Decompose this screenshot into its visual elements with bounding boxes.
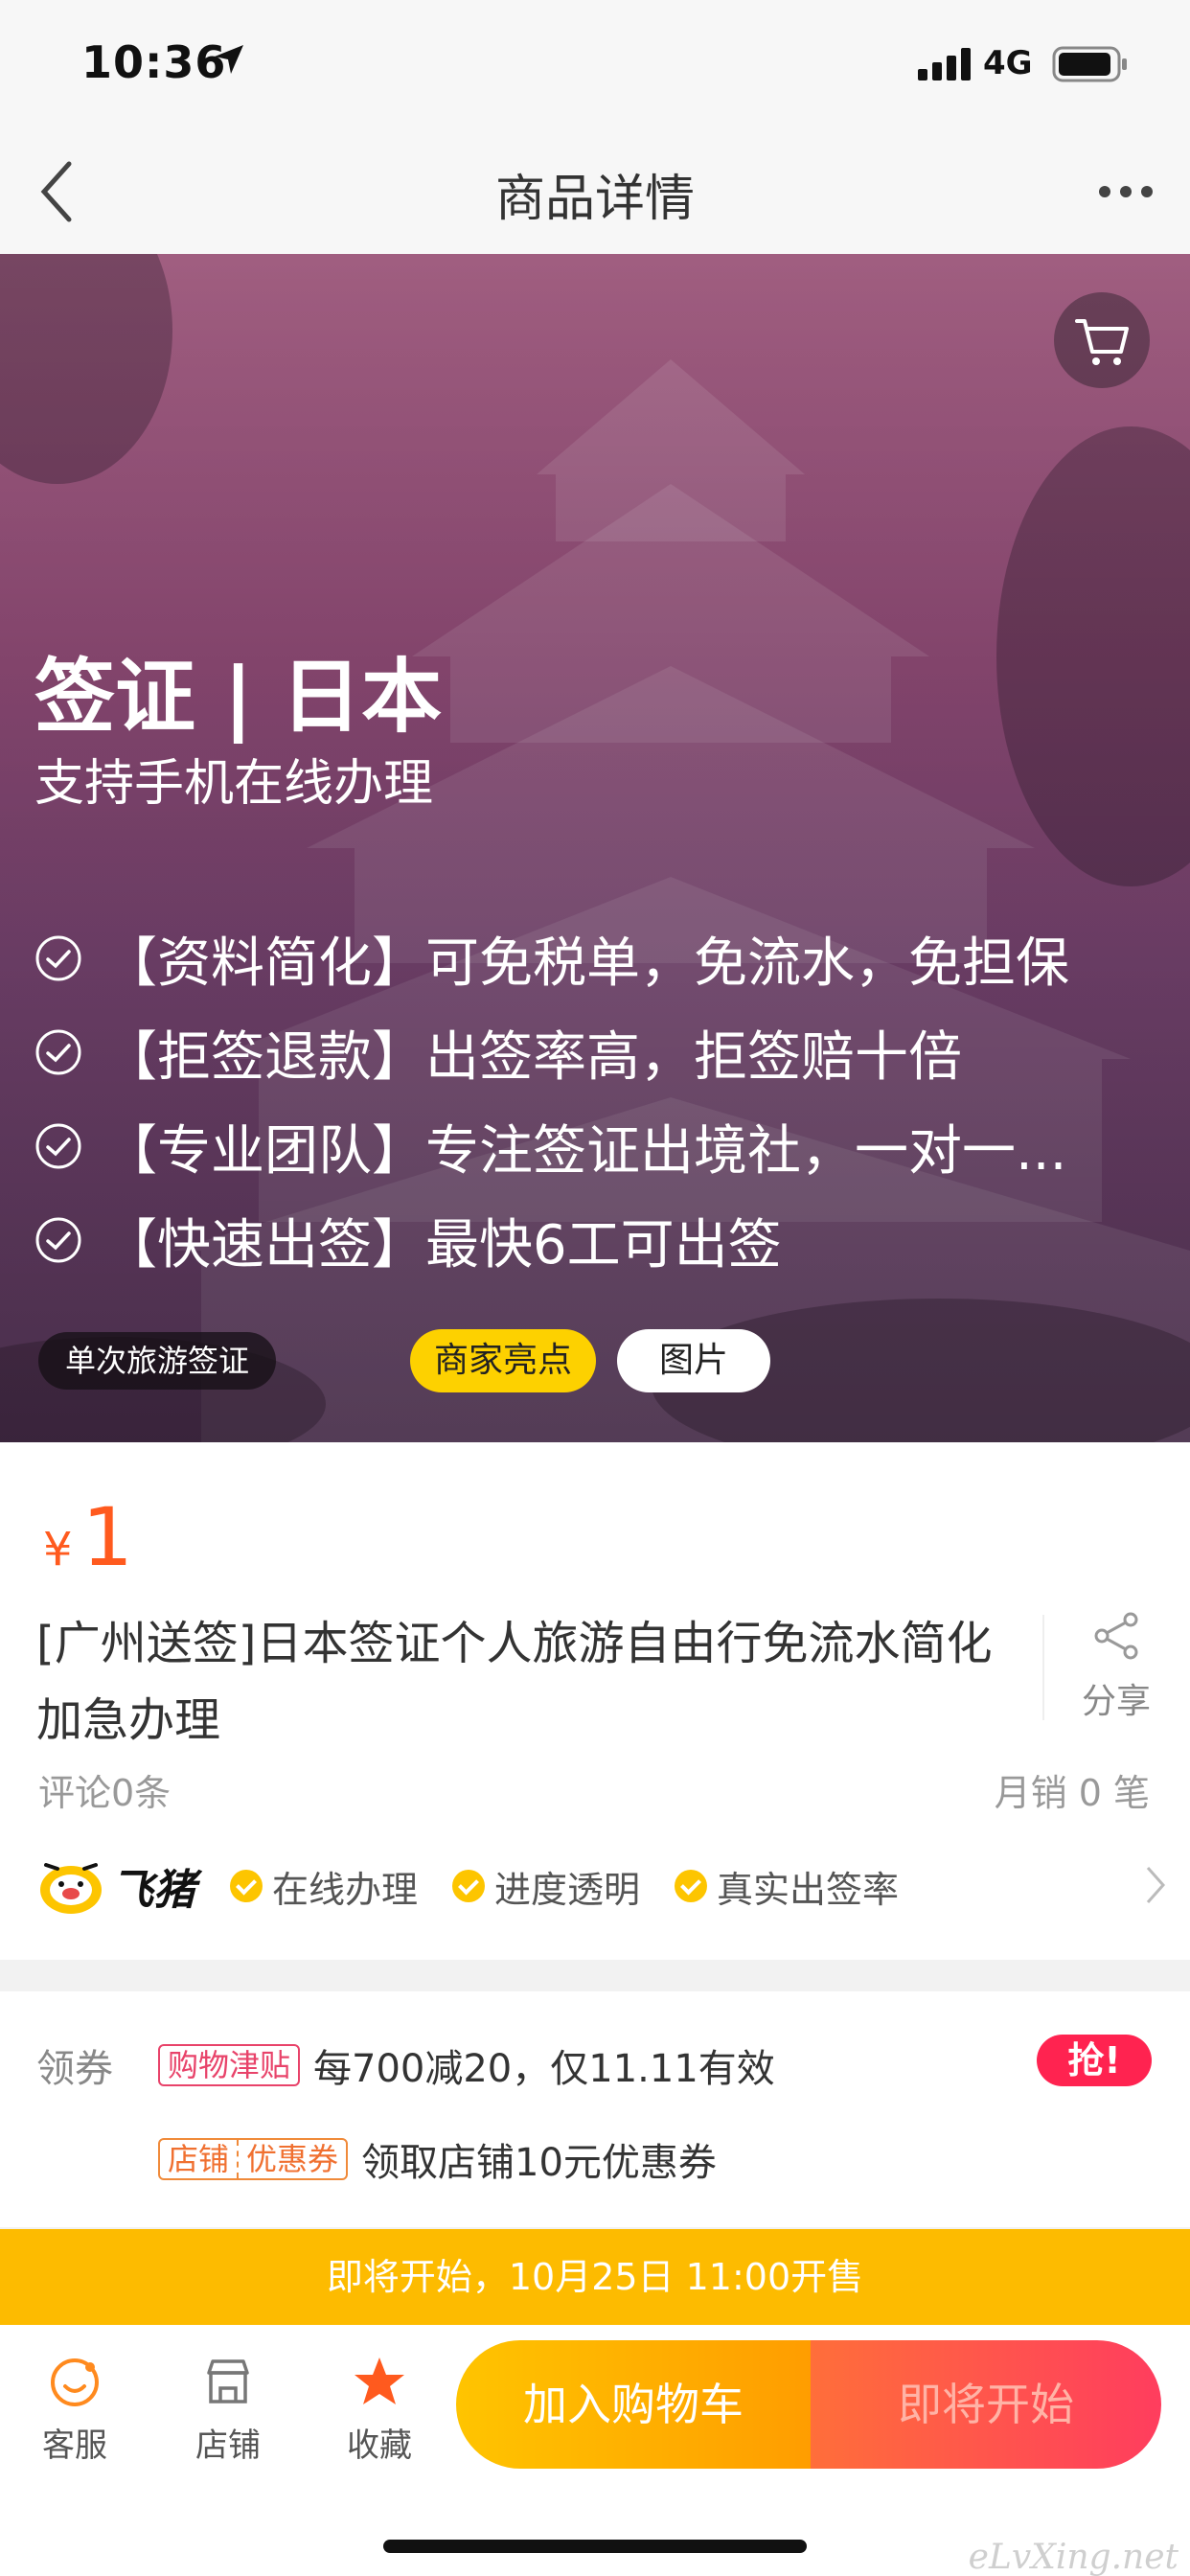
hero-banner[interactable]: 签证 | 日本 支持手机在线办理 【资料简化】 可免税单，免流水，免担保 【拒签… <box>0 254 1190 1442</box>
feature-text: 专注签证出境社，一对一... <box>425 1119 1067 1181</box>
add-to-cart-button[interactable]: 加入购物车 <box>456 2340 811 2469</box>
check-circle-icon <box>35 1123 81 1169</box>
share-button[interactable]: 分享 <box>1044 1610 1188 1723</box>
page-title: 商品详情 <box>494 171 695 228</box>
star-icon <box>355 2358 404 2404</box>
location-arrow-icon <box>215 45 243 74</box>
hero-subtitle: 支持手机在线办理 <box>34 755 434 813</box>
shop-button[interactable]: 店铺 <box>171 2354 286 2466</box>
store-badge-left: 店铺 <box>168 2141 230 2177</box>
feature-item: 【快速出签】 最快6工可出签 <box>34 1207 1184 1274</box>
hero-title: 签证 | 日本 <box>34 650 443 744</box>
home-indicator[interactable] <box>383 2540 807 2553</box>
feature-tag: 【拒签退款】 <box>103 1025 425 1087</box>
price: ¥1 <box>43 1490 133 1584</box>
customer-service-icon <box>51 2358 99 2406</box>
assurance-item: 在线办理 <box>230 1860 418 1913</box>
store-coupon-badge: 店铺 优惠券 <box>158 2138 349 2180</box>
coupon-row[interactable]: 店铺 优惠券 领取店铺10元优惠券 <box>158 2131 717 2187</box>
review-count[interactable]: 评论0条 <box>38 1763 171 1816</box>
battery-icon <box>1052 46 1127 82</box>
coupon-row[interactable]: 购物津贴 每700减20，仅11.11有效 <box>158 2037 775 2093</box>
favorite-button[interactable]: 收藏 <box>322 2354 437 2466</box>
check-circle-icon <box>35 1217 81 1263</box>
assurance-item: 真实出签率 <box>675 1860 899 1913</box>
shop-icon <box>207 2359 249 2404</box>
presale-banner: 即将开始，10月25日 11:00开售 <box>0 2229 1190 2325</box>
feature-tag: 【专业团队】 <box>103 1119 425 1181</box>
feature-text: 出签率高，拒签赔十倍 <box>425 1025 962 1087</box>
nav-bar: 商品详情 <box>0 129 1190 254</box>
monthly-sales: 月销 0 笔 <box>994 1772 1150 1814</box>
brand-assurance-row[interactable]: 飞猪 在线办理 进度透明 真实出签率 <box>36 1852 1167 1920</box>
shopping-allowance-badge: 购物津贴 <box>158 2044 301 2086</box>
signal-icon <box>918 48 971 80</box>
network-label: 4G <box>983 44 1033 82</box>
feature-item: 【拒签退款】 出签率高，拒签赔十倍 <box>34 1019 1184 1086</box>
feature-tag: 【快速出签】 <box>103 1213 425 1275</box>
cart-button[interactable] <box>1054 292 1150 388</box>
customer-service-label: 客服 <box>42 2426 107 2465</box>
assurance-label: 在线办理 <box>272 1868 419 1911</box>
shop-label: 店铺 <box>195 2426 261 2465</box>
chevron-right-icon <box>1146 1867 1166 1903</box>
product-title: [广州送签]日本签证个人旅游自由行免流水简化加急办理 <box>36 1617 993 1747</box>
product-info-card: ¥1 [广州送签]日本签证个人旅游自由行免流水简化加急办理 分享 评论0条 月销… <box>0 1442 1190 1960</box>
status-bar: 10:36 4G <box>0 0 1190 129</box>
coming-soon-button[interactable]: 即将开始 <box>811 2340 1161 2469</box>
status-time: 10:36 <box>81 36 227 88</box>
check-badge-icon <box>230 1870 263 1902</box>
visa-type-tag: 单次旅游签证 <box>38 1332 277 1390</box>
feature-tag: 【资料简化】 <box>103 932 425 993</box>
purchase-button-group: 加入购物车 即将开始 <box>456 2340 1161 2469</box>
price-value: 1 <box>81 1490 133 1584</box>
check-circle-icon <box>35 935 81 981</box>
watermark: eLvXing.net <box>968 2538 1179 2576</box>
store-badge-right: 优惠券 <box>237 2140 346 2178</box>
assurance-item: 进度透明 <box>452 1860 640 1913</box>
check-badge-icon <box>452 1870 486 1902</box>
coupon-text: 领取店铺10元优惠券 <box>361 2141 717 2185</box>
feature-item: 【资料简化】 可免税单，免流水，免担保 <box>34 925 1184 992</box>
brand-name: 飞猪 <box>111 1866 195 1915</box>
favorite-label: 收藏 <box>347 2426 412 2465</box>
tab-merchant-highlights[interactable]: 商家亮点 <box>410 1329 596 1392</box>
cart-icon <box>1075 319 1129 365</box>
assurance-label: 进度透明 <box>494 1868 641 1911</box>
share-icon <box>1094 1612 1138 1660</box>
fliggy-pig-icon <box>40 1863 102 1914</box>
grab-coupon-button[interactable]: 抢! <box>1037 2035 1152 2086</box>
more-icon[interactable] <box>1097 182 1155 201</box>
currency-symbol: ¥ <box>43 1523 73 1576</box>
check-circle-icon <box>35 1029 81 1075</box>
share-label: 分享 <box>1081 1682 1151 1721</box>
assurance-label: 真实出签率 <box>717 1868 900 1911</box>
tab-images[interactable]: 图片 <box>617 1329 770 1392</box>
coupon-label: 领券 <box>36 2047 113 2091</box>
feature-text: 最快6工可出签 <box>425 1213 782 1275</box>
feature-item: 【专业团队】 专注签证出境社，一对一... <box>34 1113 1184 1180</box>
feature-text: 可免税单，免流水，免担保 <box>425 932 1069 993</box>
bottom-action-bar: 客服 店铺 收藏 加入购物车 即将开始 eLvXing.net <box>0 2325 1190 2576</box>
coupon-section: 领券 购物津贴 每700减20，仅11.11有效 店铺 优惠券 领取店铺10元优惠… <box>0 1991 1190 2227</box>
customer-service-button[interactable]: 客服 <box>17 2354 132 2466</box>
fliggy-logo: 飞猪 <box>36 1855 195 1917</box>
check-badge-icon <box>675 1870 708 1902</box>
coupon-text: 每700减20，仅11.11有效 <box>313 2047 775 2091</box>
